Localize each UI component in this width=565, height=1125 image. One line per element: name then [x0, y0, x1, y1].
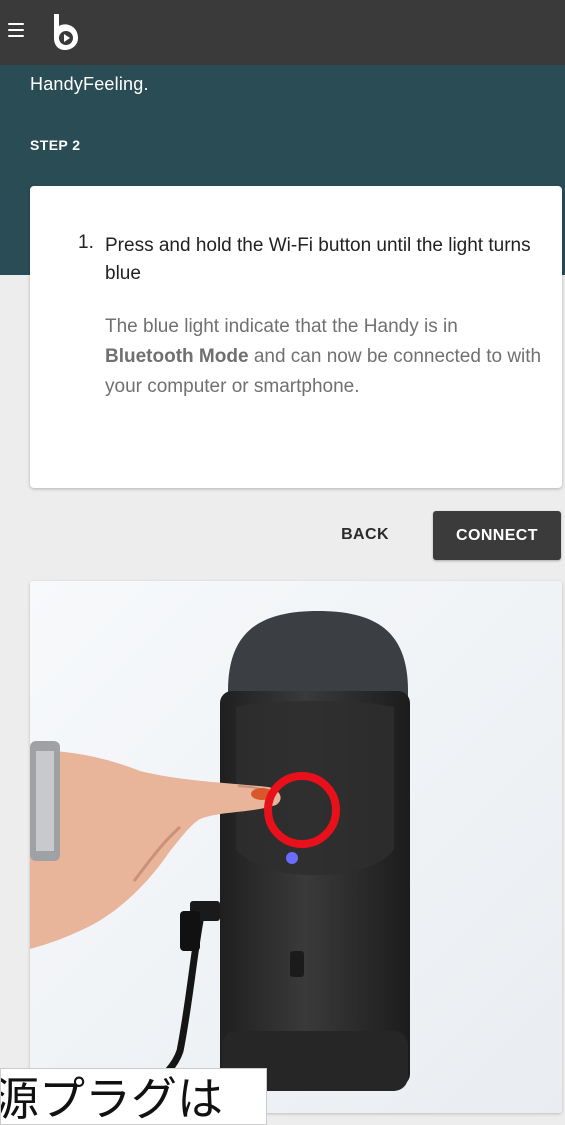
blue-light-indicator [286, 852, 298, 864]
device-photo [30, 581, 562, 1113]
back-button[interactable]: BACK [325, 512, 405, 558]
instruction-card: 1. Press and hold the Wi-Fi button until… [30, 186, 562, 488]
instruction-description: The blue light indicate that the Handy i… [105, 312, 550, 402]
handy-logo-icon[interactable] [50, 10, 80, 54]
caption-overlay: 源プラグは [0, 1068, 267, 1125]
instruction-title: Press and hold the Wi-Fi button until th… [105, 235, 531, 284]
step-label: STEP 2 [30, 137, 81, 153]
instruction-number: 1. [78, 232, 94, 253]
menu-icon[interactable] [8, 18, 32, 44]
caption-text: 源プラグは [0, 1072, 223, 1125]
top-app-bar [0, 0, 565, 65]
connect-button[interactable]: CONNECT [433, 511, 561, 560]
intro-text: HandyFeeling. [30, 74, 149, 94]
description-text-start: The blue light indicate that the Handy i… [105, 316, 458, 337]
bluetooth-mode-text: Bluetooth Mode [105, 346, 249, 367]
